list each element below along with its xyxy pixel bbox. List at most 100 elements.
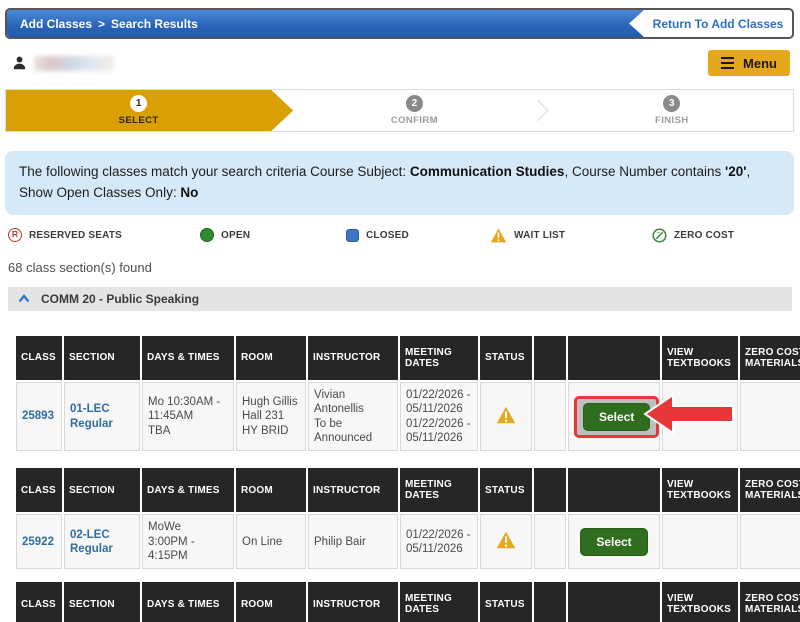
section-link[interactable]: 02-LEC Regular bbox=[70, 529, 113, 555]
hamburger-icon bbox=[721, 57, 734, 70]
wizard-step-finish: 3 FINISH bbox=[551, 90, 793, 131]
header-room: ROOM bbox=[236, 582, 306, 622]
menu-button[interactable]: Menu bbox=[708, 50, 790, 76]
view-textbooks-cell bbox=[662, 514, 738, 569]
step-wizard: 1 SELECT 2 CONFIRM 3 FINISH bbox=[5, 89, 794, 132]
chevron-up-icon bbox=[18, 294, 30, 303]
header-view-textbooks: VIEW TEXTBOOKS bbox=[662, 336, 738, 380]
legend-closed: CLOSED bbox=[346, 229, 490, 242]
wait-list-icon bbox=[496, 406, 516, 424]
course-group-header[interactable]: COMM 20 - Public Speaking bbox=[8, 287, 792, 311]
table-cell-empty bbox=[534, 382, 566, 452]
header-section: SECTION bbox=[64, 468, 140, 512]
header-view-textbooks: VIEW TEXTBOOKS bbox=[662, 468, 738, 512]
class-section-table-2: CLASS SECTION DAYS & TIMES ROOM INSTRUCT… bbox=[14, 466, 790, 571]
search-results-page: Add Classes > Search Results Return To A… bbox=[0, 0, 800, 622]
room-cell: On Line bbox=[236, 514, 306, 569]
wizard-step-1-number: 1 bbox=[130, 95, 147, 112]
wizard-step-2-number: 2 bbox=[406, 95, 423, 112]
legend-zero-cost: ZERO COST bbox=[652, 228, 734, 243]
breadcrumb: Add Classes > Search Results bbox=[7, 10, 644, 37]
user-icon bbox=[12, 55, 27, 71]
view-textbooks-cell bbox=[662, 382, 738, 452]
course-group-title: COMM 20 - Public Speaking bbox=[41, 292, 199, 306]
header-instructor: INSTRUCTOR bbox=[308, 468, 398, 512]
redacted-user-name bbox=[34, 56, 114, 71]
class-section-table-3: CLASS SECTION DAYS & TIMES ROOM INSTRUCT… bbox=[14, 580, 790, 622]
meeting-dates-cell: 01/22/2026 - 05/11/2026 bbox=[400, 514, 478, 569]
header-class: CLASS bbox=[16, 336, 62, 380]
criteria-subject-value: Communication Studies bbox=[410, 164, 565, 179]
reserved-seats-icon: R bbox=[8, 228, 22, 242]
header-class: CLASS bbox=[16, 582, 62, 622]
table-header-row: CLASS SECTION DAYS & TIMES ROOM INSTRUCT… bbox=[16, 582, 800, 622]
class-number-link[interactable]: 25922 bbox=[22, 536, 54, 548]
header-days-times: DAYS & TIMES bbox=[142, 336, 234, 380]
legend-wait-list-label: WAIT LIST bbox=[514, 230, 565, 241]
header-room: ROOM bbox=[236, 468, 306, 512]
select-button[interactable]: Select bbox=[580, 528, 647, 556]
header-meeting-dates: MEETING DATES bbox=[400, 582, 478, 622]
header-zero-cost-materials: ZERO COST MATERIALS bbox=[740, 468, 800, 512]
room-cell: Hugh Gillis Hall 231 HY BRID bbox=[236, 382, 306, 452]
breadcrumb-current: Search Results bbox=[111, 17, 198, 31]
select-button[interactable]: Select bbox=[583, 403, 650, 431]
closed-status-icon bbox=[346, 229, 359, 242]
annotation-highlight-box: Select bbox=[574, 396, 659, 438]
header-view-textbooks: VIEW TEXTBOOKS bbox=[662, 582, 738, 622]
return-to-add-classes-label: Return To Add Classes bbox=[653, 17, 784, 31]
empty-header-cell bbox=[534, 468, 566, 512]
select-cell: Select bbox=[568, 382, 660, 452]
header-meeting-dates: MEETING DATES bbox=[400, 468, 478, 512]
empty-header-cell bbox=[568, 582, 660, 622]
header-days-times: DAYS & TIMES bbox=[142, 468, 234, 512]
class-number-link[interactable]: 25893 bbox=[22, 410, 54, 422]
status-cell bbox=[480, 514, 532, 569]
zero-cost-icon bbox=[652, 228, 667, 243]
table-header-row: CLASS SECTION DAYS & TIMES ROOM INSTRUCT… bbox=[16, 336, 800, 380]
legend-open-label: OPEN bbox=[221, 230, 250, 241]
header-status: STATUS bbox=[480, 336, 532, 380]
empty-header-cell bbox=[568, 468, 660, 512]
section-link[interactable]: 01-LEC Regular bbox=[70, 403, 113, 429]
header-days-times: DAYS & TIMES bbox=[142, 582, 234, 622]
criteria-show-open-value: No bbox=[180, 185, 198, 200]
status-cell bbox=[480, 382, 532, 452]
zero-cost-materials-cell bbox=[740, 514, 800, 569]
open-status-icon bbox=[200, 228, 214, 242]
header-section: SECTION bbox=[64, 582, 140, 622]
breadcrumb-bar: Add Classes > Search Results Return To A… bbox=[5, 8, 794, 39]
meeting-dates-cell: 01/22/2026 - 05/11/2026 01/22/2026 - 05/… bbox=[400, 382, 478, 452]
days-times-cell: MoWe 3:00PM - 4:15PM bbox=[142, 514, 234, 569]
wait-list-icon bbox=[490, 228, 507, 243]
menu-button-label: Menu bbox=[743, 56, 777, 71]
table-row: 25922 02-LEC Regular MoWe 3:00PM - 4:15P… bbox=[16, 514, 800, 569]
legend-reserved-seats: R RESERVED SEATS bbox=[8, 228, 200, 242]
table-header-row: CLASS SECTION DAYS & TIMES ROOM INSTRUCT… bbox=[16, 468, 800, 512]
header-class: CLASS bbox=[16, 468, 62, 512]
breadcrumb-add-classes-link[interactable]: Add Classes bbox=[20, 17, 92, 31]
empty-header-cell bbox=[568, 336, 660, 380]
table-row: 25893 01-LEC Regular Mo 10:30AM - 11:45A… bbox=[16, 382, 800, 452]
header-status: STATUS bbox=[480, 582, 532, 622]
return-to-add-classes-link[interactable]: Return To Add Classes bbox=[644, 10, 792, 37]
wizard-step-1-label: SELECT bbox=[119, 115, 159, 126]
breadcrumb-separator: > bbox=[98, 17, 105, 31]
wizard-step-3-number: 3 bbox=[663, 95, 680, 112]
criteria-text-2: , Course Number contains bbox=[564, 164, 725, 179]
instructor-cell: Philip Bair bbox=[308, 514, 398, 569]
legend-closed-label: CLOSED bbox=[366, 230, 409, 241]
wizard-step-confirm: 2 CONFIRM bbox=[293, 90, 535, 131]
header-instructor: INSTRUCTOR bbox=[308, 336, 398, 380]
legend-open: OPEN bbox=[200, 228, 346, 242]
wizard-step-2-label: CONFIRM bbox=[391, 115, 438, 126]
results-count: 68 class section(s) found bbox=[8, 260, 792, 275]
instructor-cell: Vivian Antonellis To be Announced bbox=[308, 382, 398, 452]
wizard-step-select: 1 SELECT bbox=[6, 90, 293, 131]
legend-zero-cost-label: ZERO COST bbox=[674, 230, 734, 241]
header-meeting-dates: MEETING DATES bbox=[400, 336, 478, 380]
header-zero-cost-materials: ZERO COST MATERIALS bbox=[740, 336, 800, 380]
legend-wait-list: WAIT LIST bbox=[490, 228, 652, 243]
criteria-text-1: The following classes match your search … bbox=[19, 164, 410, 179]
class-section-table-1: CLASS SECTION DAYS & TIMES ROOM INSTRUCT… bbox=[14, 334, 790, 454]
